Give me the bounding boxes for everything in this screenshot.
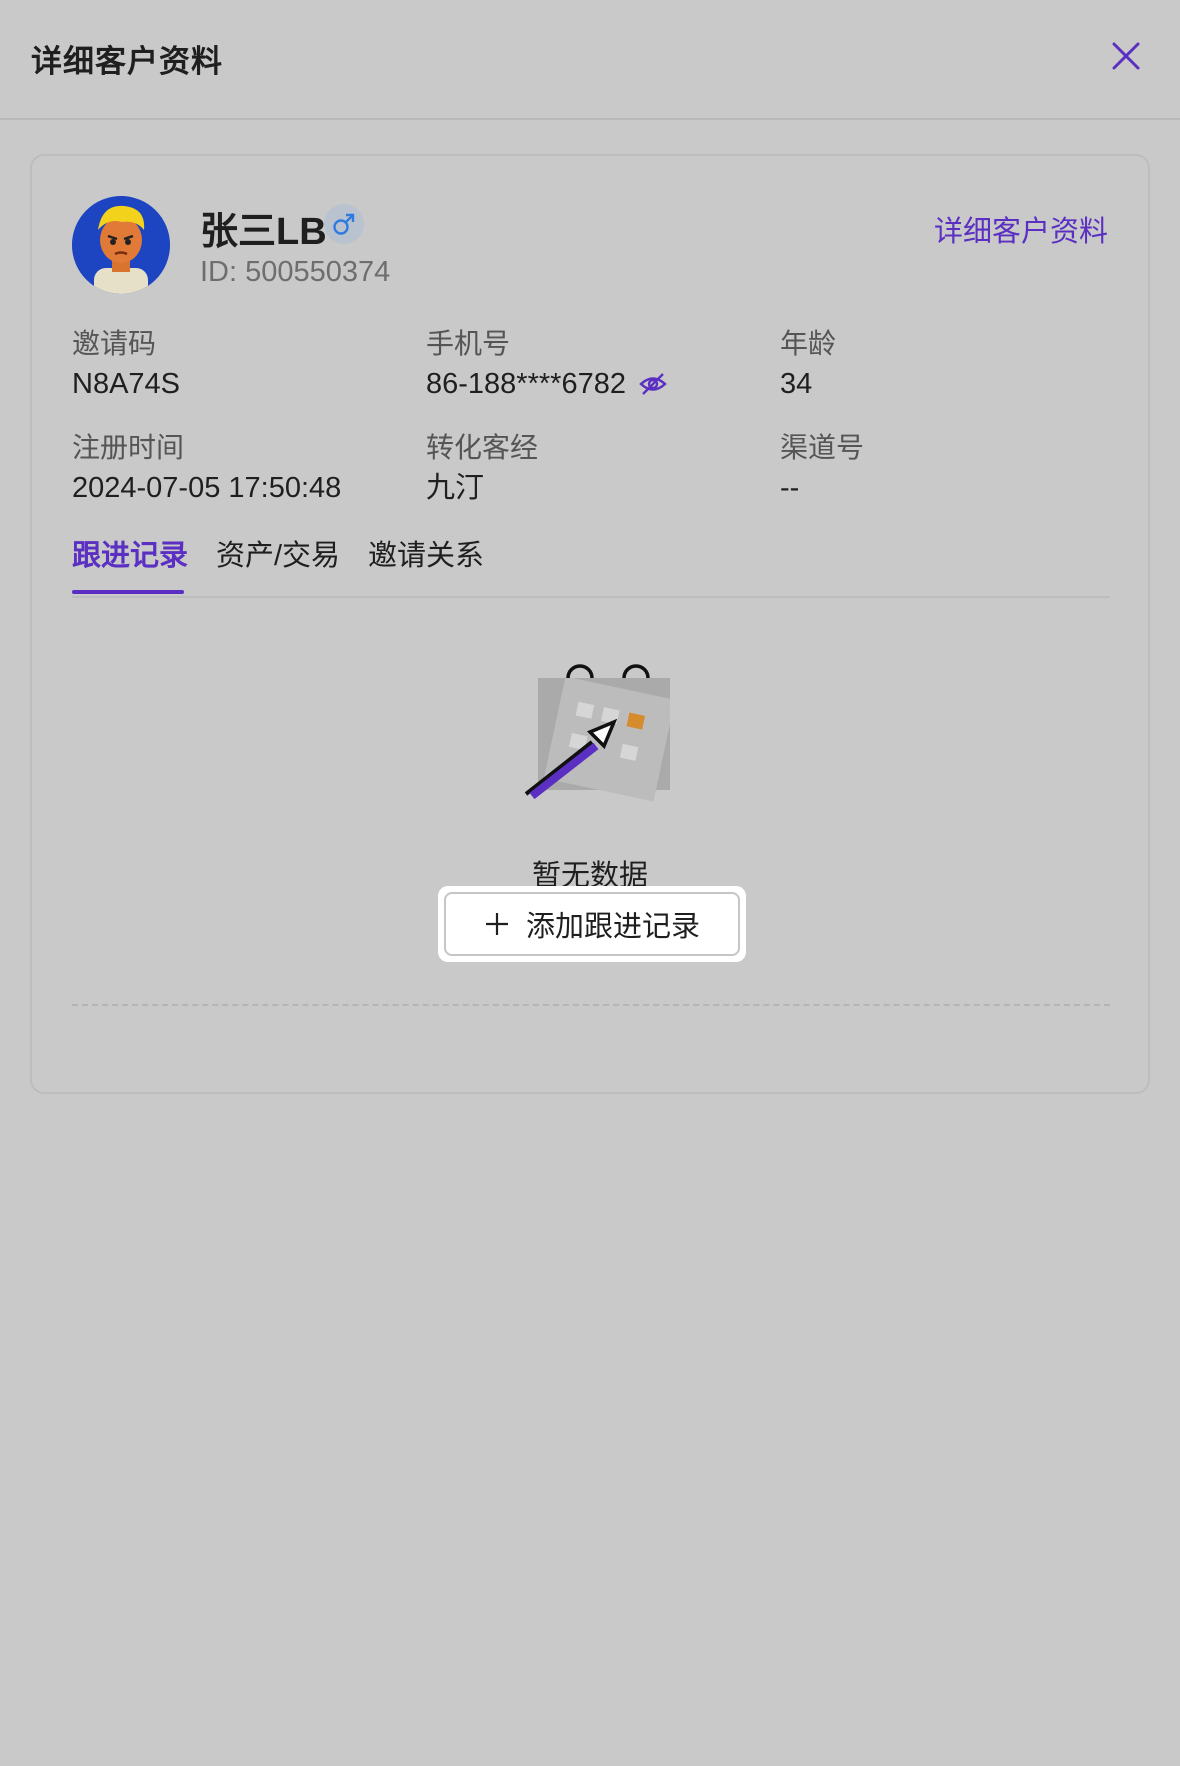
field-value: --: [780, 470, 864, 506]
add-follow-up-button[interactable]: 添加跟进记录: [444, 892, 740, 956]
field-register-time: 注册时间 2024-07-05 17:50:48: [72, 430, 341, 506]
field-invite-code: 邀请码 N8A74S: [72, 326, 180, 402]
empty-calendar-illustration: [510, 646, 676, 806]
tab-invitations[interactable]: 邀请关系: [368, 536, 484, 594]
customer-name: 张三LB: [200, 211, 327, 253]
male-icon: [324, 204, 364, 244]
active-tab-indicator: [72, 590, 184, 594]
invite-code-value: N8A74S: [72, 368, 181, 400]
age-value: 34: [780, 368, 813, 400]
field-label: 渠道号: [780, 432, 865, 463]
field-channel: 渠道号 --: [780, 430, 864, 506]
customer-id: ID: 500550374: [200, 256, 391, 288]
add-button-wrapper: 添加跟进记录: [438, 886, 746, 962]
section-divider: [72, 1004, 1110, 1006]
customer-card: 张三LB ID: 500550374 详细客户资料 邀请码 N8A74S 手机号…: [30, 154, 1150, 1094]
field-value: 2024-07-05 17:50:48: [72, 470, 341, 506]
field-manager: 转化客经 九汀: [426, 430, 538, 506]
tab-assets-trades[interactable]: 资产/交易: [216, 536, 340, 594]
tab-follow-up[interactable]: 跟进记录: [72, 536, 188, 594]
drawer-header: 详细客户资料: [0, 0, 1180, 120]
field-value: 九汀: [426, 470, 538, 506]
close-icon[interactable]: [1108, 38, 1144, 74]
eye-off-icon[interactable]: [638, 369, 668, 399]
field-phone: 手机号 86-188****6782: [426, 326, 668, 402]
phone-value: 86-188****6782: [426, 368, 626, 400]
channel-value: --: [780, 472, 800, 504]
avatar: [72, 196, 170, 294]
field-value: N8A74S: [72, 366, 180, 402]
add-follow-up-label: 添加跟进记录: [525, 911, 700, 943]
field-label: 手机号: [426, 328, 511, 359]
register-time-value: 2024-07-05 17:50:48: [72, 472, 342, 504]
field-value: 34: [780, 366, 836, 402]
field-label: 注册时间: [72, 432, 185, 463]
field-label: 邀请码: [72, 328, 157, 359]
field-age: 年龄 34: [780, 326, 836, 402]
plus-icon: [484, 911, 510, 937]
field-label: 年龄: [780, 328, 837, 359]
manager-value: 九汀: [426, 472, 485, 504]
tab-bar: 跟进记录 资产/交易 邀请关系: [72, 536, 1110, 598]
detail-link[interactable]: 详细客户资料: [934, 208, 1108, 250]
drawer-title: 详细客户资料: [31, 44, 223, 79]
field-label: 转化客经: [426, 432, 539, 463]
field-value: 86-188****6782: [426, 366, 668, 402]
